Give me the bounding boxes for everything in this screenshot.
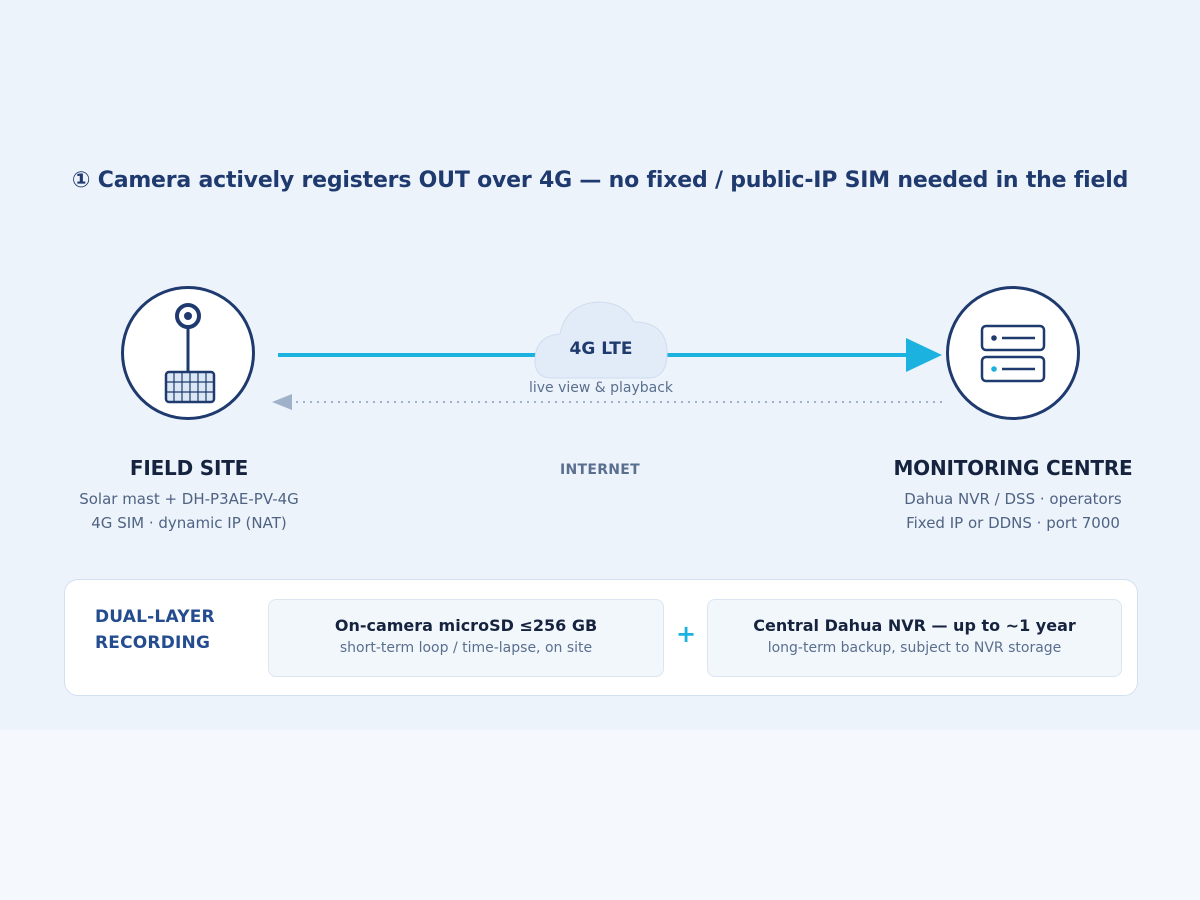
recording-panel: DUAL-LAYER RECORDING On-camera microSD ≤…	[64, 579, 1138, 696]
nvr-recording-subtitle: long-term backup, subject to NVR storage	[767, 640, 1062, 656]
server-rack-icon	[980, 324, 1046, 383]
monitoring-centre-line: Dahua NVR / DSS · operators	[904, 490, 1122, 508]
solar-camera-mast-icon	[164, 303, 216, 404]
field-site-text: FIELD SITE Solar mast + DH-P3AE-PV-4G 4G…	[30, 456, 348, 535]
field-site-node	[121, 286, 255, 420]
link-label: 4G LTE	[569, 339, 633, 359]
return-arrow-head	[272, 394, 292, 410]
nvr-recording-card: Central Dahua NVR — up to ~1 year long-t…	[707, 599, 1122, 677]
uplink-arrow-head	[906, 338, 942, 372]
return-label: live view & playback	[528, 380, 674, 396]
nvr-recording-title: Central Dahua NVR — up to ~1 year	[753, 616, 1076, 635]
microsd-recording-subtitle: short-term loop / time-lapse, on site	[339, 640, 593, 656]
field-site-line: 4G SIM · dynamic IP (NAT)	[91, 514, 287, 532]
monitoring-centre-text: MONITORING CENTRE Dahua NVR / DSS · oper…	[852, 456, 1174, 535]
field-site-title: FIELD SITE	[129, 456, 249, 480]
monitoring-centre-node	[946, 286, 1080, 420]
monitoring-centre-line: Fixed IP or DDNS · port 7000	[906, 514, 1120, 532]
microsd-recording-card: On-camera microSD ≤256 GB short-term loo…	[268, 599, 664, 677]
flow-connectors	[272, 301, 942, 410]
plus-icon: +	[675, 620, 697, 648]
field-site-line: Solar mast + DH-P3AE-PV-4G	[79, 490, 299, 508]
monitoring-centre-title: MONITORING CENTRE	[893, 456, 1133, 480]
recording-heading-line: RECORDING	[95, 633, 211, 653]
network-label: INTERNET	[559, 462, 641, 478]
microsd-recording-title: On-camera microSD ≤256 GB	[334, 616, 598, 635]
recording-heading-line: DUAL-LAYER	[95, 607, 215, 627]
recording-heading: DUAL-LAYER RECORDING	[95, 604, 255, 656]
